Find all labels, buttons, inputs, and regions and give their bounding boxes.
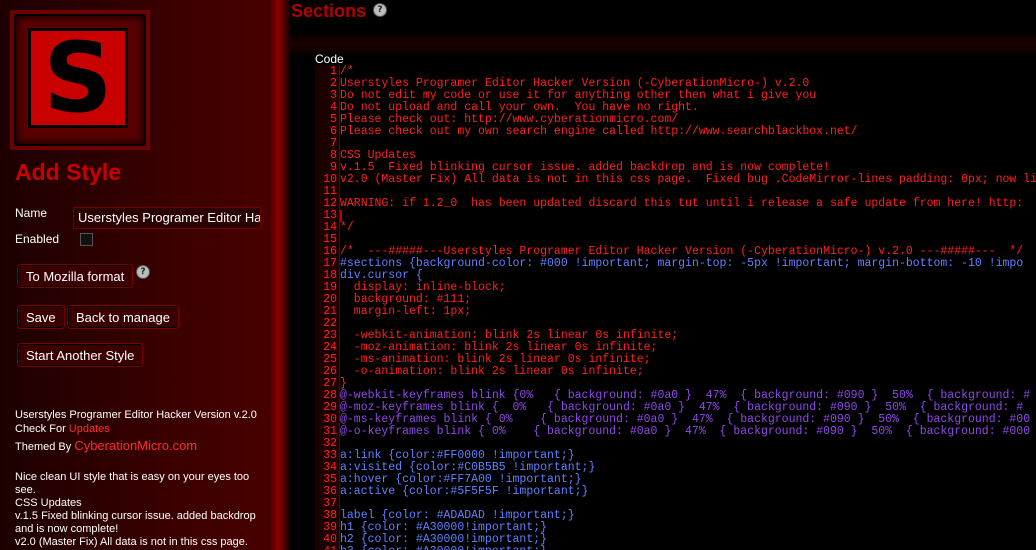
code-line: 12 WARNING: if 1.2_0 has been updated dis… xyxy=(315,198,1036,210)
code-text: Please check out my own search engine ca… xyxy=(340,125,858,138)
themed-by-text: Themed By CyberationMicro.com xyxy=(15,439,197,454)
code-text: @-o-keyframes blink { 0% { background: #… xyxy=(340,425,1031,438)
code-text: h3 {color: #A30000!important;} xyxy=(340,546,547,550)
updates-link[interactable]: Updates xyxy=(69,423,110,435)
back-to-manage-button[interactable]: Back to manage xyxy=(68,306,178,328)
sidebar-divider xyxy=(268,0,290,550)
style-description: Nice clean UI style that is easy on your… xyxy=(15,471,270,550)
code-line: 14 */ xyxy=(315,222,1036,234)
code-line: 26 -o-animation: blink 2s linear 0s infi… xyxy=(315,366,1036,378)
code-line: 10 v2.0 (Master Fix) All data is not in t… xyxy=(315,174,1036,186)
code-line: 36 a:active {color:#5F5F5F !important;} xyxy=(315,486,1036,498)
page-title: Add Style xyxy=(15,159,122,185)
name-label: Name xyxy=(15,206,48,220)
code-text: margin-left: 1px; xyxy=(340,305,472,318)
start-another-style-button[interactable]: Start Another Style xyxy=(18,344,143,366)
code-text: -o-animation: blink 2s linear 0s infinit… xyxy=(340,365,644,378)
sections-title: Sections xyxy=(291,1,367,21)
description-line: v.1.5 Fixed blinking cursor issue. added… xyxy=(15,510,256,535)
enabled-label: Enabled xyxy=(15,232,60,246)
code-text: */ xyxy=(340,221,354,234)
code-line: 41h3 {color: #A30000!important;} xyxy=(315,546,1036,550)
code-line: 31 @-o-keyframes blink { 0% { background:… xyxy=(315,426,1036,438)
description-line: v2.0 (Master Fix) All data is not in thi… xyxy=(15,536,269,550)
enabled-checkbox[interactable] xyxy=(80,233,93,246)
code-line: 17 #sections {background-color: #000 !imp… xyxy=(315,258,1036,270)
logo-letter: S xyxy=(28,28,128,128)
help-icon[interactable]: ? xyxy=(373,3,387,17)
themed-by-prefix: Themed By xyxy=(15,441,75,453)
code-line: 21 margin-left: 1px; xyxy=(315,306,1036,318)
description-line: CSS Updates xyxy=(15,497,82,509)
logo: S xyxy=(14,14,146,146)
code-editor[interactable]: 1/* 2 Userstyles Programer Editor Hacker V… xyxy=(315,65,1036,550)
description-line: Nice clean UI style that is easy on your… xyxy=(15,471,250,496)
code-line: 13 xyxy=(315,210,1036,222)
code-text: v2.0 (Master Fix) All data is not in thi… xyxy=(340,173,1036,186)
to-mozilla-format-button[interactable]: To Mozilla format xyxy=(18,265,133,287)
code-label: Code xyxy=(315,52,344,66)
code-text: #sections {background-color: #000 !impor… xyxy=(340,257,1024,270)
sidebar: S Add Style Name Userstyles Programer Ed… xyxy=(0,0,282,550)
code-text: WARNING: if 1.2_0 has been updated disca… xyxy=(340,197,1024,210)
code-text: a:active {color:#5F5F5F !important;} xyxy=(340,485,589,498)
check-updates-text: Check For Updates xyxy=(15,423,110,436)
code-lines: 1/* 2 Userstyles Programer Editor Hacker V… xyxy=(315,66,1036,550)
style-version-text: Userstyles Programer Editor Hacker Versi… xyxy=(15,409,257,421)
save-button[interactable]: Save xyxy=(18,306,64,328)
name-input[interactable]: Userstyles Programer Editor Ha xyxy=(73,207,261,229)
author-link[interactable]: CyberationMicro.com xyxy=(74,438,197,453)
check-updates-prefix: Check For xyxy=(15,423,69,435)
line-number: 41 xyxy=(315,546,337,550)
code-line: 7 xyxy=(315,138,1036,150)
help-icon[interactable]: ? xyxy=(136,265,150,279)
code-line: 6 Please check out my own search engine c… xyxy=(315,126,1036,138)
